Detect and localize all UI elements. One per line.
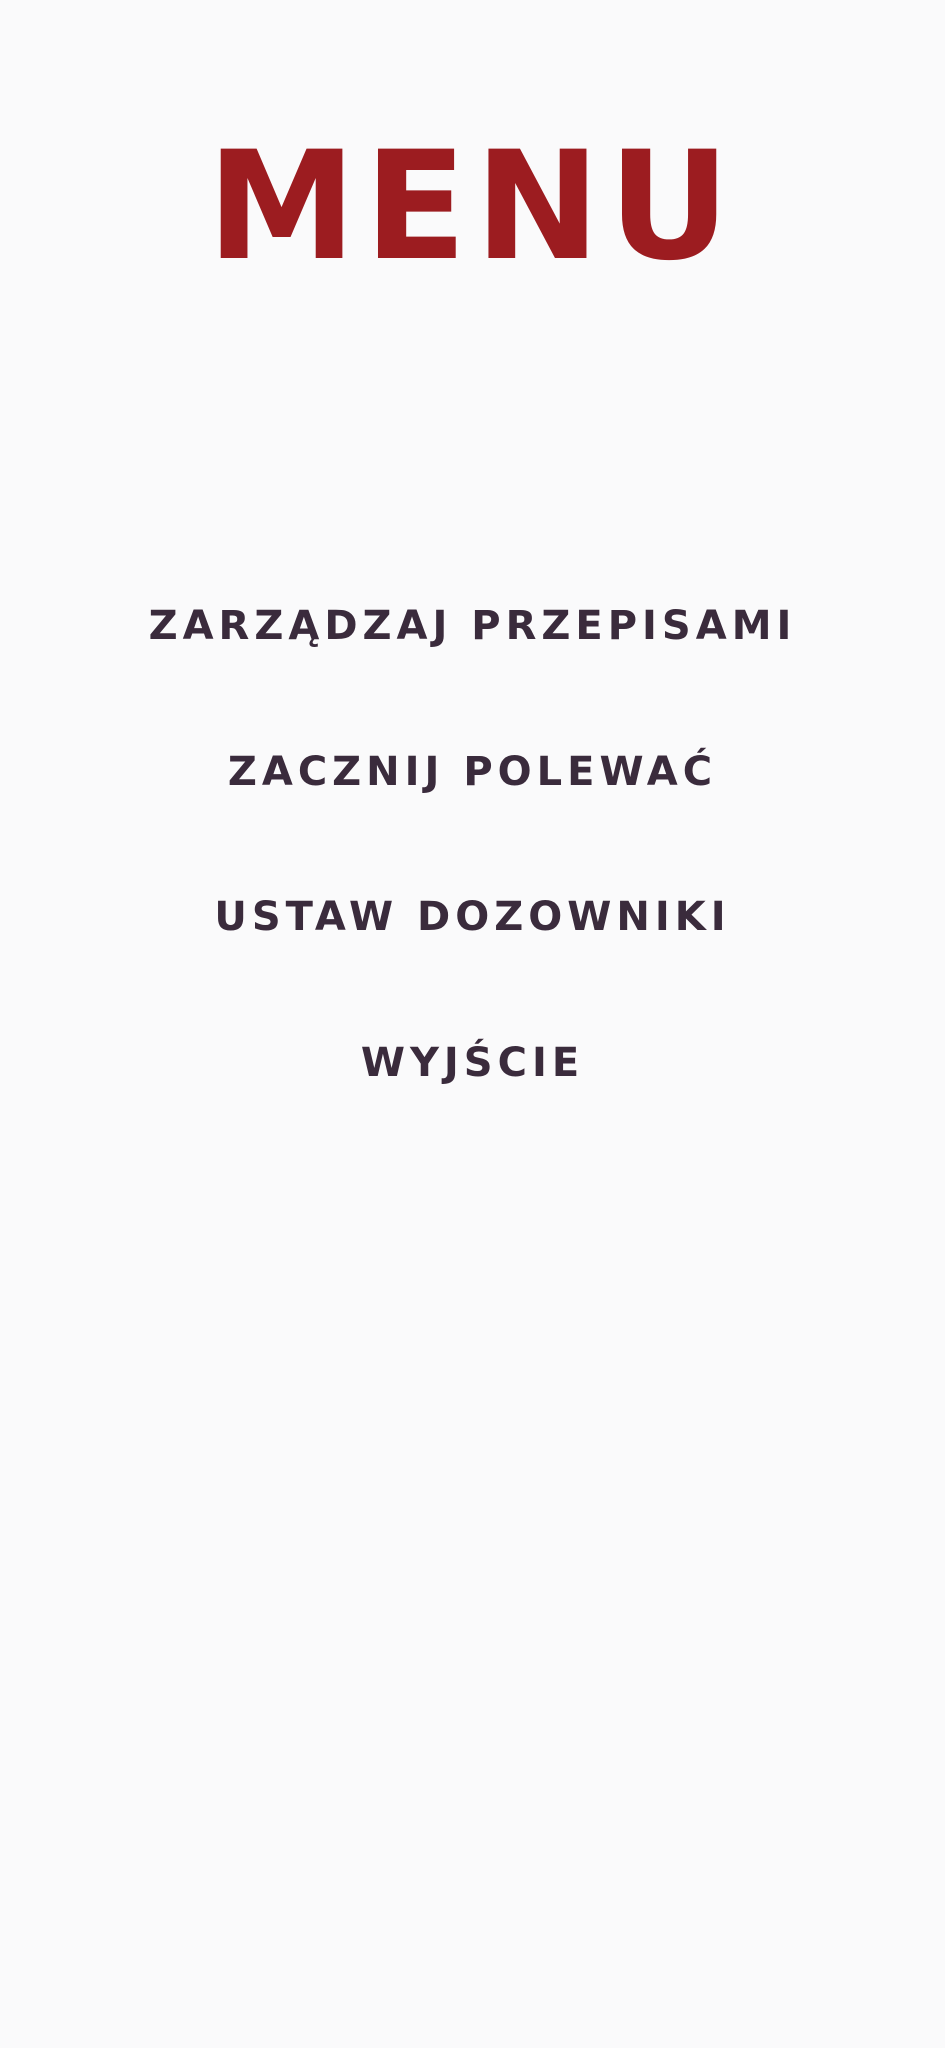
set-dispensers-button[interactable]: USTAW DOZOWNIKI (0, 887, 945, 947)
menu-title: MENU (206, 120, 739, 294)
start-pouring-button[interactable]: ZACZNIJ POLEWAĆ (0, 742, 945, 802)
manage-recipes-button[interactable]: ZARZĄDZAJ PRZEPISAMI (0, 596, 945, 656)
exit-button[interactable]: WYJŚCIE (0, 1033, 945, 1093)
